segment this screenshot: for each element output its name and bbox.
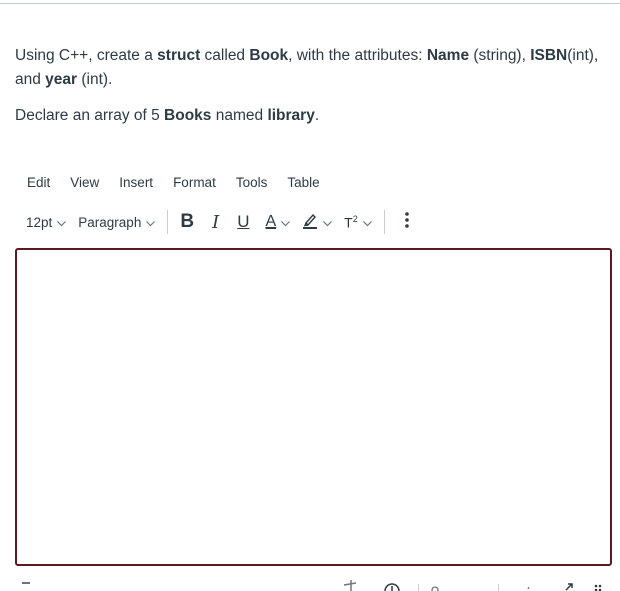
bold-run: library bbox=[267, 107, 315, 124]
text-run: named bbox=[211, 107, 268, 124]
more-vertical-icon bbox=[404, 211, 409, 234]
menu-edit[interactable]: Edit bbox=[17, 172, 60, 194]
toolbar-separator bbox=[167, 210, 169, 234]
question-paragraph-2: Declare an array of 5 Books named librar… bbox=[15, 104, 610, 128]
question-paragraph-1: Using C++, create a struct called Book, … bbox=[15, 44, 610, 92]
text-run: Declare an array of 5 bbox=[15, 107, 165, 124]
bold-button[interactable]: B bbox=[174, 208, 200, 236]
menu-insert[interactable]: Insert bbox=[109, 172, 163, 194]
superscript-icon: T2 bbox=[344, 214, 358, 231]
superscript-exponent: 2 bbox=[352, 213, 358, 224]
block-format-value: Paragraph bbox=[78, 214, 142, 230]
bold-run: struct bbox=[157, 47, 201, 64]
text-run: (string), bbox=[469, 47, 531, 64]
superscript-button[interactable]: T2 bbox=[338, 208, 378, 236]
question-text: Using C++, create a struct called Book, … bbox=[15, 44, 610, 140]
editor-toolbar: 12pt Paragraph B I U A T2 bbox=[20, 208, 415, 236]
font-size-value: 12pt bbox=[26, 214, 53, 230]
superscript-base: T bbox=[344, 214, 353, 231]
menu-format[interactable]: Format bbox=[163, 172, 226, 194]
bold-run: ISBN bbox=[530, 47, 568, 64]
toolbar-separator bbox=[383, 210, 385, 234]
italic-button[interactable]: I bbox=[206, 208, 225, 236]
text-color-icon: A bbox=[265, 213, 277, 230]
more-options-button[interactable] bbox=[399, 208, 415, 236]
chevron-down-icon bbox=[146, 215, 156, 230]
chevron-down-icon bbox=[323, 215, 333, 230]
text-run: Using C++, create a bbox=[15, 47, 158, 64]
top-divider bbox=[0, 3, 620, 4]
editor-menubar: Edit View Insert Format Tools Table bbox=[17, 172, 330, 194]
chevron-down-icon bbox=[362, 215, 372, 230]
text-run: called bbox=[200, 47, 250, 64]
bold-icon: B bbox=[180, 211, 195, 232]
chevron-down-icon bbox=[57, 215, 67, 230]
block-format-select[interactable]: Paragraph bbox=[72, 208, 161, 236]
highlight-color-button[interactable] bbox=[296, 208, 338, 236]
text-run: . bbox=[314, 107, 320, 124]
font-size-select[interactable]: 12pt bbox=[20, 208, 72, 236]
text-color-button[interactable]: A bbox=[259, 208, 296, 236]
bold-run: year bbox=[45, 71, 78, 88]
bold-run: Name bbox=[426, 47, 470, 64]
bold-run: Book bbox=[249, 47, 289, 64]
status-icons bbox=[343, 580, 602, 591]
menu-view[interactable]: View bbox=[60, 172, 109, 194]
bold-run: Books bbox=[164, 107, 212, 124]
text-run: (int). bbox=[77, 71, 113, 88]
chevron-down-icon bbox=[281, 215, 291, 230]
highlighter-icon bbox=[302, 212, 318, 232]
menu-tools[interactable]: Tools bbox=[226, 172, 278, 194]
rich-text-editor-area[interactable] bbox=[15, 248, 612, 566]
editor-statusbar bbox=[0, 576, 620, 591]
text-run: , with the attributes: bbox=[288, 47, 427, 64]
underline-button[interactable]: U bbox=[231, 208, 255, 236]
status-path-marker bbox=[22, 582, 30, 584]
underline-icon: U bbox=[237, 212, 250, 231]
menu-table[interactable]: Table bbox=[277, 172, 329, 194]
italic-icon: I bbox=[212, 211, 220, 233]
